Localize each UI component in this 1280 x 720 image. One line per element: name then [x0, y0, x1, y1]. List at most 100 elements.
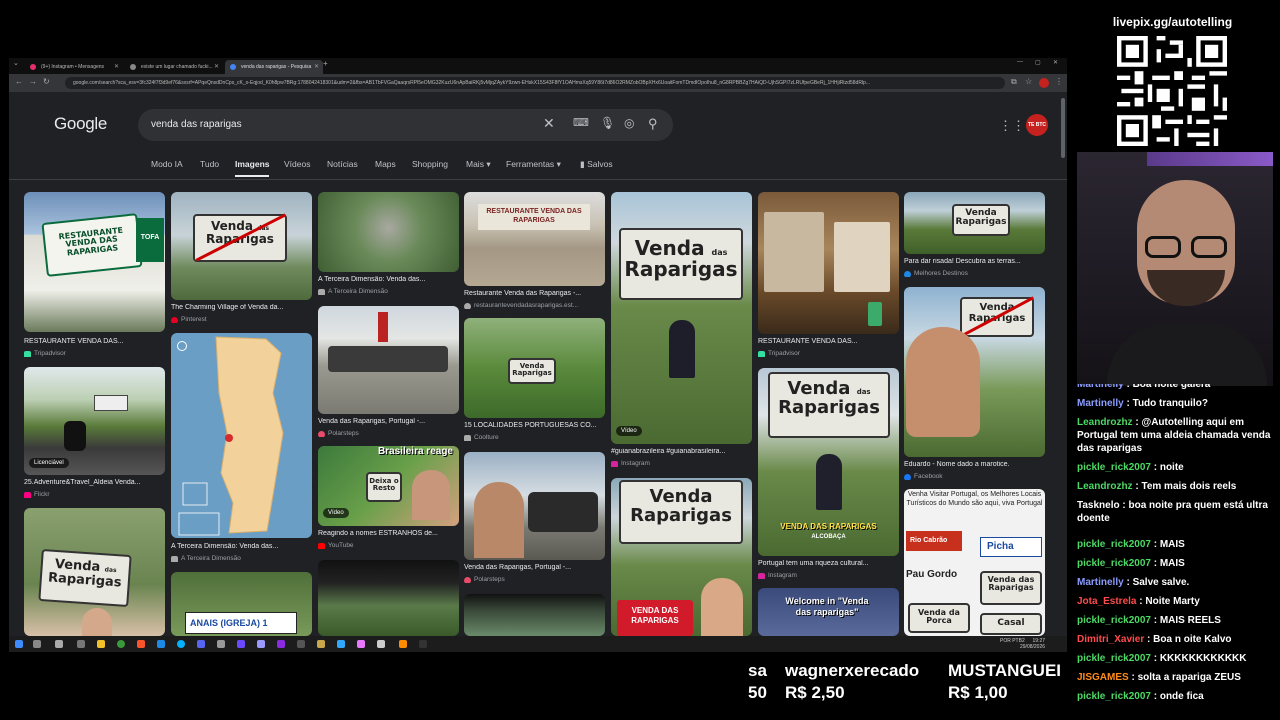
tab-shopping[interactable]: Shopping — [412, 159, 448, 169]
close-icon[interactable]: ✕ — [314, 63, 319, 70]
tab-google-search[interactable]: venda das raparigas - Pesquisa ✕ — [225, 60, 323, 74]
extensions-icon[interactable]: ⧉ — [1011, 77, 1017, 87]
result-image[interactable]: RESTAURANTE VENDA DAS RAPARIGAS TOFA — [24, 192, 165, 332]
chat-username[interactable]: JISGAMES — [1077, 672, 1129, 683]
clear-icon[interactable]: ✕ — [543, 115, 555, 132]
result-image[interactable] — [318, 192, 459, 272]
result-title[interactable]: Eduardo - Nome dado a marotice. — [904, 461, 1045, 468]
close-icon[interactable]: ✕ — [214, 63, 219, 70]
image-result[interactable] — [318, 560, 459, 636]
result-source[interactable]: Instagram — [758, 572, 899, 579]
app-icon[interactable] — [217, 640, 225, 648]
chat-username[interactable]: pickle_rick2007 — [1077, 462, 1151, 473]
image-result[interactable]: Venda Raparigas Para dar risada! Descubra… — [904, 192, 1045, 282]
result-source[interactable]: Tripadvisor — [24, 350, 165, 357]
app-icon[interactable] — [317, 640, 325, 648]
image-result[interactable]: Venda das Raparigas — [24, 508, 165, 636]
result-title[interactable]: A Terceira Dimensão: Venda das... — [318, 276, 459, 283]
result-image[interactable]: Welcome in "Venda das raparigas" — [758, 588, 899, 636]
result-image[interactable]: RESTAURANTE VENDA DAS RAPARIGAS — [464, 192, 605, 286]
chat-username[interactable]: Dimitri_Xavier — [1077, 634, 1144, 645]
result-source[interactable]: Instagram — [611, 460, 752, 467]
chat-username[interactable]: Leandrozhz — [1077, 481, 1133, 492]
app-icon[interactable] — [277, 640, 285, 648]
result-image[interactable] — [171, 333, 312, 538]
tab-noticias[interactable]: Notícias — [327, 159, 358, 169]
tab-ferramentas[interactable]: Ferramentas ▾ — [506, 159, 561, 170]
image-result[interactable]: Licenciável 25.Adventure&Travel_Aldeia V… — [24, 367, 165, 502]
tab-modo-ia[interactable]: Modo IA — [151, 159, 183, 169]
chat-username[interactable]: Leandrozhz — [1077, 417, 1133, 428]
minimize-button[interactable]: — — [1017, 59, 1023, 65]
tab-salvos[interactable]: ▮ Salvos — [580, 159, 613, 170]
profile-icon[interactable] — [1039, 78, 1049, 88]
result-image[interactable]: VendaRaparigas — [464, 318, 605, 418]
image-result[interactable]: Welcome in "Venda das raparigas" — [758, 588, 899, 636]
brave-icon[interactable] — [137, 640, 145, 648]
result-source[interactable]: Facebook — [904, 473, 1045, 480]
search-input[interactable]: venda das raparigas — [151, 119, 242, 130]
app-icon[interactable] — [177, 640, 185, 648]
lens-icon[interactable]: ◎ — [624, 116, 634, 130]
image-result[interactable]: Venda das Raparigas VENDA DAS RAPARIGAS A… — [758, 368, 899, 582]
image-result[interactable]: Venda das Raparigas, Portugal -... Polar… — [318, 306, 459, 440]
image-result[interactable]: VendaRaparigas Eduardo - Nome dado a mar… — [904, 287, 1045, 483]
result-image[interactable]: VendaRaparigas — [904, 192, 1045, 254]
tab-imagens[interactable]: Imagens — [235, 159, 270, 169]
result-title[interactable]: Restaurante Venda das Raparigas -... — [464, 290, 605, 297]
result-title[interactable]: A Terceira Dimensão: Venda das... — [171, 543, 312, 550]
maximize-button[interactable]: ▢ — [1035, 59, 1041, 66]
image-result[interactable]: RESTAURANTE VENDA DAS RAPARIGAS Restaura… — [464, 192, 605, 312]
image-result[interactable]: Venha Visitar Portugal, os Melhores Loca… — [904, 489, 1045, 636]
result-source[interactable]: Polarsteps — [318, 430, 459, 437]
chat-username[interactable]: pickle_rick2007 — [1077, 615, 1151, 626]
scrollbar[interactable] — [1061, 98, 1065, 158]
microphone-icon[interactable]: 🎙 — [600, 116, 615, 130]
tab-mais[interactable]: Mais ▾ — [466, 159, 491, 170]
result-image[interactable] — [464, 452, 605, 560]
avatar[interactable]: TE BTC — [1026, 114, 1048, 136]
new-tab-button[interactable]: + — [323, 59, 328, 68]
app-icon[interactable] — [55, 640, 63, 648]
menu-icon[interactable]: ⋮ — [1055, 77, 1063, 86]
result-image[interactable]: Venda das Raparigas Vídeo — [611, 192, 752, 444]
result-source[interactable]: restaurantevendadasraparigas.est... — [464, 302, 605, 309]
result-title[interactable]: #guianabrazileira #guianabrasileira... — [611, 448, 752, 455]
chat-username[interactable]: pickle_rick2007 — [1077, 691, 1151, 702]
image-result[interactable]: Venda dasRaparigas The Charming Village … — [171, 192, 312, 326]
result-image[interactable]: Venha Visitar Portugal, os Melhores Loca… — [904, 489, 1045, 636]
tab-maps[interactable]: Maps — [375, 159, 396, 169]
bookmark-icon[interactable]: ☆ — [1025, 77, 1032, 86]
forward-icon[interactable]: → — [29, 77, 37, 86]
result-source[interactable]: Tripadvisor — [758, 350, 899, 357]
result-title[interactable]: Para dar risada! Descubra as terras... — [904, 258, 1045, 265]
result-title[interactable]: RESTAURANTE VENDA DAS... — [24, 338, 165, 345]
result-title[interactable]: Venda das Raparigas, Portugal -... — [318, 418, 459, 425]
address-bar[interactable]: google.com/search?sca_esv=3fc324f7f3d9ef… — [65, 77, 1005, 89]
result-image[interactable]: VendaRaparigas — [904, 287, 1045, 457]
image-result[interactable]: RESTAURANTE VENDA DAS RAPARIGAS TOFA RES… — [24, 192, 165, 362]
image-result[interactable]: Venda das Raparigas Vídeo #guianabrazilei… — [611, 192, 752, 472]
start-icon[interactable] — [15, 640, 23, 648]
folder-icon[interactable] — [97, 640, 105, 648]
google-logo[interactable]: Google — [54, 114, 107, 134]
app-icon[interactable] — [419, 640, 427, 648]
result-source[interactable]: Polarsteps — [464, 576, 605, 583]
chat-username[interactable]: Tasknelo — [1077, 500, 1120, 511]
result-image[interactable] — [758, 192, 899, 334]
chat-username[interactable]: pickle_rick2007 — [1077, 653, 1151, 664]
chat-username[interactable]: pickle_rick2007 — [1077, 558, 1151, 569]
search-box[interactable]: venda das raparigas ✕ ⌨ 🎙 ◎ ⚲ — [138, 109, 673, 141]
result-title[interactable]: 15 LOCALIDADES PORTUGUESAS CO... — [464, 422, 605, 429]
tab-tudo[interactable]: Tudo — [200, 159, 219, 169]
result-image[interactable]: Venda dasRaparigas — [24, 508, 165, 636]
result-image[interactable] — [318, 306, 459, 414]
tab-search-icon[interactable]: ⌄ — [13, 59, 19, 67]
result-title[interactable]: Portugal tem uma riqueza cultural... — [758, 560, 899, 567]
result-image[interactable]: Venda Raparigas VENDA DAS RAPARIGAS — [611, 478, 752, 636]
result-title[interactable]: 25.Adventure&Travel_Aldeia Venda... — [24, 479, 165, 486]
result-source[interactable]: YouTube — [318, 542, 459, 549]
taskview-icon[interactable] — [33, 640, 41, 648]
chat-username[interactable]: Martinelly — [1077, 384, 1124, 390]
image-result[interactable] — [464, 594, 605, 636]
